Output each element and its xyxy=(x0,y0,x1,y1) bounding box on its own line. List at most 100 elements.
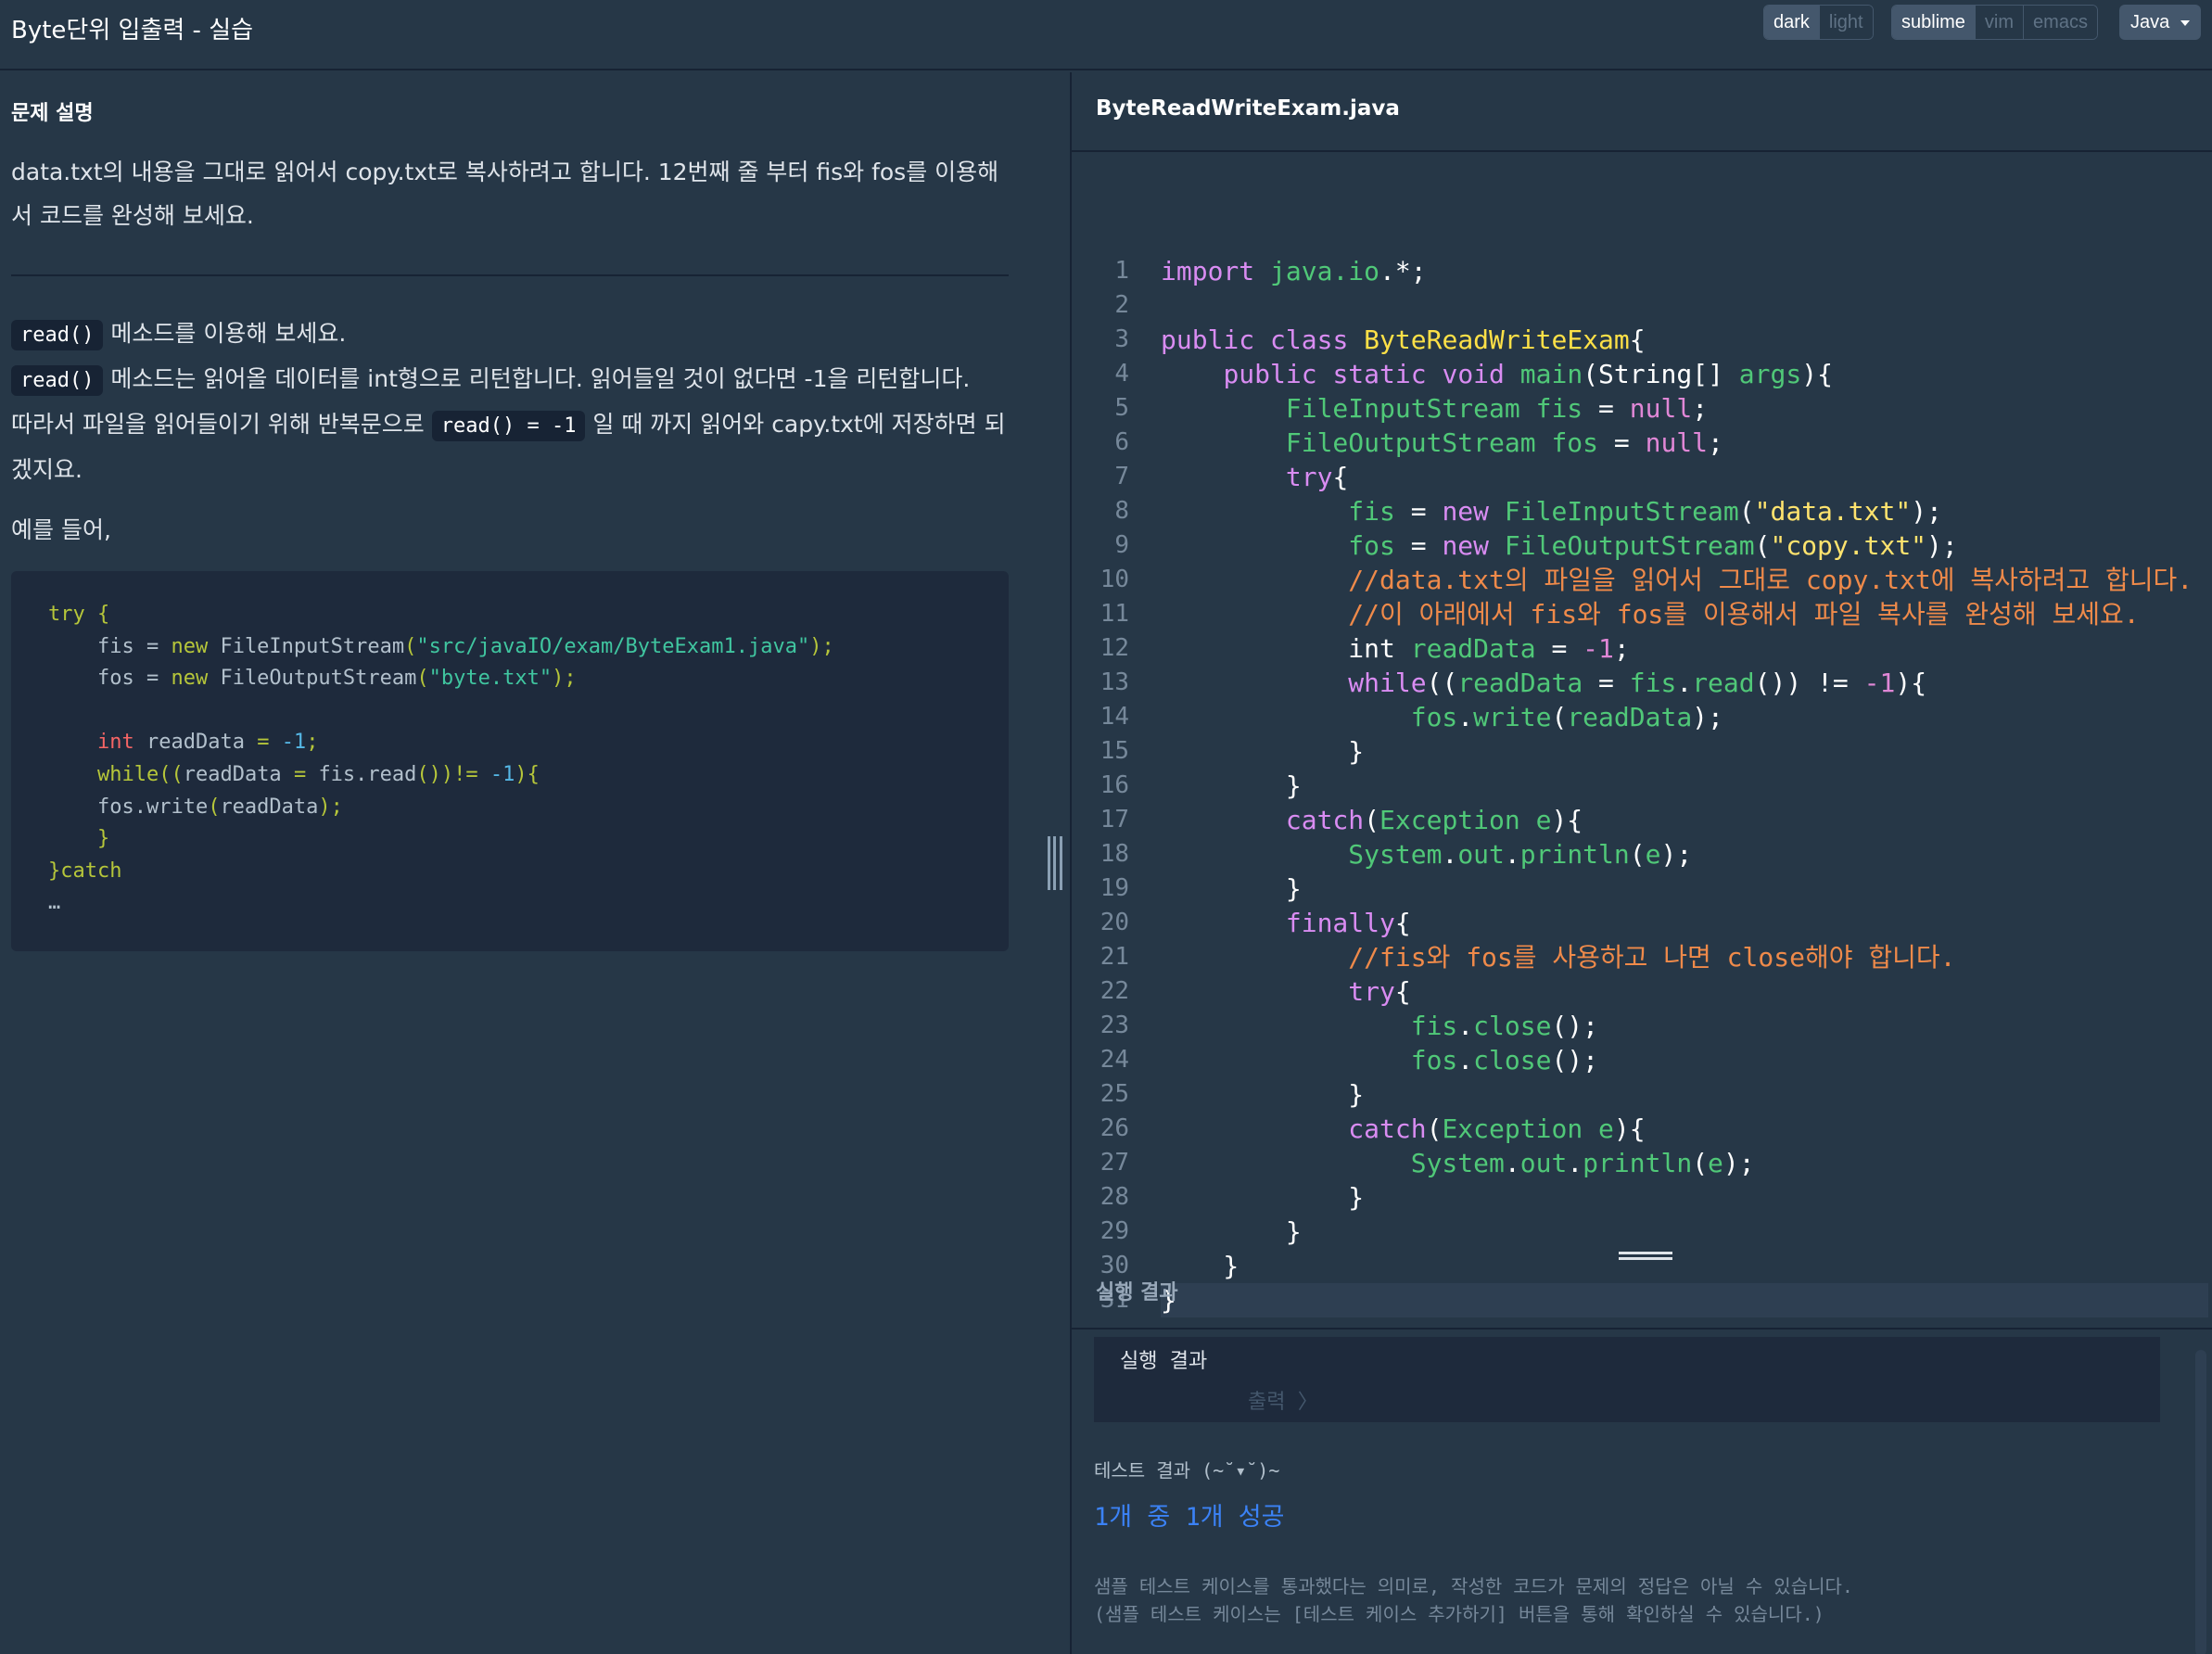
theme-toggle: dark light xyxy=(1763,5,1874,40)
inline-code: read() xyxy=(11,365,104,396)
code-line: } xyxy=(1161,873,1302,904)
code-line: //이 아래에서 fis와 fos를 이용해서 파일 복사를 완성해 보세요. xyxy=(1348,599,2140,630)
code-line: } xyxy=(1161,770,1302,801)
test-result-summary: 1개 중 1개 성공 xyxy=(1094,1503,1285,1532)
line-number: 28 xyxy=(1100,1183,1129,1211)
problem-panel: 문제 설명 data.txt의 내용을 그대로 읽어서 copy.txt로 복사… xyxy=(0,72,1046,1654)
code-line: catch(Exception e){ xyxy=(1285,805,1583,835)
code-line: try{ xyxy=(1348,976,1411,1007)
code-line: fos = new FileOutputStream("copy.txt"); xyxy=(1348,530,1958,561)
line-number: 11 xyxy=(1100,600,1129,628)
line-number: 25 xyxy=(1100,1080,1129,1108)
file-tab[interactable]: ByteReadWriteExam.java xyxy=(1072,72,2212,152)
line-number: 15 xyxy=(1100,737,1129,765)
line-number: 26 xyxy=(1100,1114,1129,1142)
example-code-block: try { fis = new FileInputStream("src/jav… xyxy=(11,571,1009,951)
code-line: } xyxy=(48,827,110,851)
code-line: while((readData = fis.read()) != -1){ xyxy=(1348,668,1927,698)
output-console: 실행 결과 출력 〉 xyxy=(1094,1337,2160,1422)
code-line: } xyxy=(1161,1079,1365,1110)
scrollbar[interactable] xyxy=(2195,1350,2206,1654)
line-number: 9 xyxy=(1114,531,1129,559)
code-lines[interactable]: import java.io.*; public class ByteReadW… xyxy=(1161,254,2208,1317)
line-number: 22 xyxy=(1100,977,1129,1005)
line-number: 3 xyxy=(1114,325,1129,353)
code-line: try{ xyxy=(1285,462,1349,492)
page-title: Byte단위 입출력 - 실습 xyxy=(11,17,254,45)
code-line: fis = new FileInputStream("data.txt"); xyxy=(1348,496,1942,527)
panel-resize-handle[interactable] xyxy=(1046,72,1070,1654)
hint-text: 메소드를 이용해 보세요. xyxy=(103,320,347,347)
example-label: 예를 들어, xyxy=(11,516,111,543)
line-number: 14 xyxy=(1100,703,1129,731)
line-number: 8 xyxy=(1114,497,1129,525)
code-line: public class ByteReadWriteExam{ xyxy=(1161,324,1646,355)
code-line: } xyxy=(1161,736,1365,767)
line-number: 7 xyxy=(1114,463,1129,490)
code-line: } xyxy=(1161,1251,1239,1281)
line-number: 23 xyxy=(1100,1011,1129,1039)
line-number: 27 xyxy=(1100,1149,1129,1177)
code-line: System.out.println(e); xyxy=(1410,1148,1755,1178)
line-number: 19 xyxy=(1100,874,1129,902)
line-number: 21 xyxy=(1100,943,1129,971)
result-panel: 실행 결과 출력 〉 테스트 결과 (~˘▾˘)~ 1개 중 1개 성공 샘플 … xyxy=(1072,1328,2212,1654)
chevron-down-icon xyxy=(2180,20,2190,26)
line-number: 2 xyxy=(1114,291,1129,319)
keymap-emacs-button[interactable]: emacs xyxy=(2024,6,2097,39)
line-number: 17 xyxy=(1100,806,1129,833)
current-code-line: } xyxy=(1161,1283,2208,1317)
keymap-sublime-button[interactable]: sublime xyxy=(1892,6,1976,39)
line-number: 4 xyxy=(1114,360,1129,388)
code-line: fos.close(); xyxy=(1410,1045,1599,1075)
drag-handle-icon xyxy=(1048,836,1062,890)
note-line: 샘플 테스트 케이스를 통과했다는 의미로, 작성한 코드가 문제의 정답은 아… xyxy=(1094,1575,1853,1597)
inline-code: read() xyxy=(11,320,104,350)
line-number: 1 xyxy=(1114,257,1129,285)
line-number: 24 xyxy=(1100,1046,1129,1074)
code-line: }catch xyxy=(48,859,122,883)
theme-dark-button[interactable]: dark xyxy=(1764,6,1820,39)
keymap-toggle: sublime vim emacs xyxy=(1891,5,2098,40)
test-result-note: 샘플 테스트 케이스를 통과했다는 의미로, 작성한 코드가 문제의 정답은 아… xyxy=(1094,1572,1853,1628)
problem-heading: 문제 설명 xyxy=(11,102,94,125)
hint-line-1: read() 메소드를 이용해 보세요. xyxy=(11,312,1012,357)
code-line: fis = new FileInputStream("src/javaIO/ex… xyxy=(48,634,834,658)
code-line: public static void main(String[] args){ xyxy=(1223,359,1833,389)
code-line: FileOutputStream fos = null; xyxy=(1285,427,1723,458)
keymap-vim-button[interactable]: vim xyxy=(1975,6,2025,39)
code-line: //fis와 fos를 사용하고 나면 close해야 합니다. xyxy=(1348,942,1956,973)
divider xyxy=(11,274,1009,276)
line-number: 16 xyxy=(1100,771,1129,799)
line-number: 13 xyxy=(1100,668,1129,696)
code-line: fos.write(readData); xyxy=(48,795,343,819)
line-number-gutter: 1 2 3 4 5 6 7 8 9 10 11 12 13 14 15 16 1… xyxy=(1072,254,1129,1317)
code-line: } xyxy=(1161,1182,1365,1213)
line-number: 12 xyxy=(1100,634,1129,662)
code-line: import java.io.*; xyxy=(1161,256,1427,286)
language-select[interactable]: Java xyxy=(2119,5,2201,40)
inline-code: read() = -1 xyxy=(431,411,586,441)
code-line: //data.txt의 파일을 읽어서 그대로 copy.txt에 복사하려고 … xyxy=(1348,565,2193,595)
line-number: 6 xyxy=(1114,428,1129,456)
theme-light-button[interactable]: light xyxy=(1819,6,1873,39)
test-result-label: 테스트 결과 (~˘▾˘)~ xyxy=(1094,1459,1280,1482)
result-heading: 실행 결과 xyxy=(1096,1281,1178,1304)
line-number: 18 xyxy=(1100,840,1129,868)
line-number: 5 xyxy=(1114,394,1129,422)
hint-line-3: 따라서 파일을 읽어들이기 위해 반복문으로 read() = -1 일 때 까… xyxy=(11,402,1012,491)
console-output: 출력 〉 xyxy=(1248,1391,1318,1414)
line-number: 20 xyxy=(1100,909,1129,936)
code-line: int readData = -1; xyxy=(1348,633,1630,664)
language-select-label: Java xyxy=(2130,12,2170,32)
code-line: fos.write(readData); xyxy=(1410,702,1723,732)
code-line: finally{ xyxy=(1285,908,1411,938)
code-line: int readData = -1; xyxy=(96,731,319,755)
console-label: 실행 결과 xyxy=(1120,1350,1208,1373)
code-editor[interactable]: 1 2 3 4 5 6 7 8 9 10 11 12 13 14 15 16 1… xyxy=(1072,154,2212,1317)
result-resize-handle[interactable] xyxy=(1619,1252,1672,1266)
code-line: FileInputStream fis = null; xyxy=(1285,393,1709,424)
hint-line-2: read() 메소드는 읽어올 데이터를 int형으로 리턴합니다. 읽어들일 … xyxy=(11,357,1012,402)
